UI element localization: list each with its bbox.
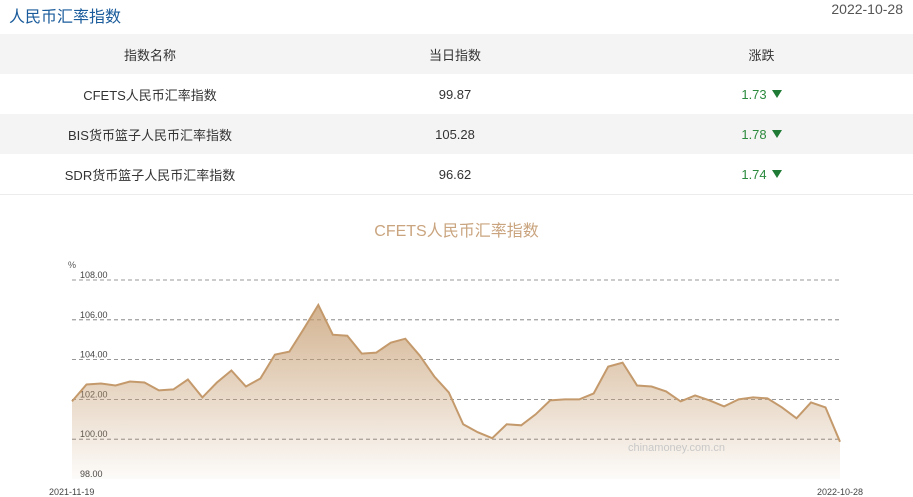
index-value: 96.62 xyxy=(438,166,472,182)
down-triangle-icon xyxy=(771,89,782,98)
divider xyxy=(0,194,913,195)
column-header-change: 涨跌 xyxy=(748,47,775,63)
index-value: 99.87 xyxy=(438,86,472,102)
down-triangle-icon xyxy=(771,129,782,138)
table-row: BIS货币篮子人民币汇率指数 105.28 1.78 xyxy=(0,114,913,154)
header: 人民币汇率指数 2022-10-28 xyxy=(0,0,913,34)
index-value: 105.28 xyxy=(435,126,475,142)
y-tick-label: 106.00 xyxy=(80,310,108,320)
change-value: 1.73 xyxy=(741,86,767,102)
index-name: BIS货币篮子人民币汇率指数 xyxy=(68,127,232,143)
cfets-chart: 98.00100.00102.00104.00106.00108.00 % ch… xyxy=(49,260,863,497)
table-row: CFETS人民币汇率指数 99.87 1.73 xyxy=(0,74,913,114)
index-change: 1.78 xyxy=(610,114,913,154)
index-name: SDR货币篮子人民币汇率指数 xyxy=(64,167,236,183)
y-axis-unit: % xyxy=(68,260,76,270)
page-title: 人民币汇率指数 xyxy=(9,9,122,26)
x-tick-start: 2021-11-19 xyxy=(49,487,94,497)
index-change: 1.74 xyxy=(610,154,913,194)
change-value: 1.78 xyxy=(741,126,767,142)
y-tick-label: 104.00 xyxy=(80,350,108,360)
change-value: 1.74 xyxy=(741,166,767,182)
chart-title: CFETS人民币汇率指数 xyxy=(374,223,539,240)
y-tick-label: 108.00 xyxy=(80,270,108,280)
table-row: SDR货币篮子人民币汇率指数 96.62 1.74 xyxy=(0,154,913,194)
index-name: CFETS人民币汇率指数 xyxy=(83,87,217,103)
watermark: chinamoney.com.cn xyxy=(628,442,725,454)
column-header-name: 指数名称 xyxy=(123,47,176,63)
table-header-row: 指数名称 当日指数 涨跌 xyxy=(0,34,913,74)
column-header-value: 当日指数 xyxy=(428,47,481,63)
index-change: 1.73 xyxy=(610,74,913,114)
index-table: 指数名称 当日指数 涨跌 CFETS人民币汇率指数 99.87 1.73 BIS… xyxy=(0,34,913,194)
down-triangle-icon xyxy=(771,169,782,178)
date-label: 2022-10-28 xyxy=(831,1,903,17)
x-tick-end: 2022-10-28 xyxy=(817,487,863,497)
